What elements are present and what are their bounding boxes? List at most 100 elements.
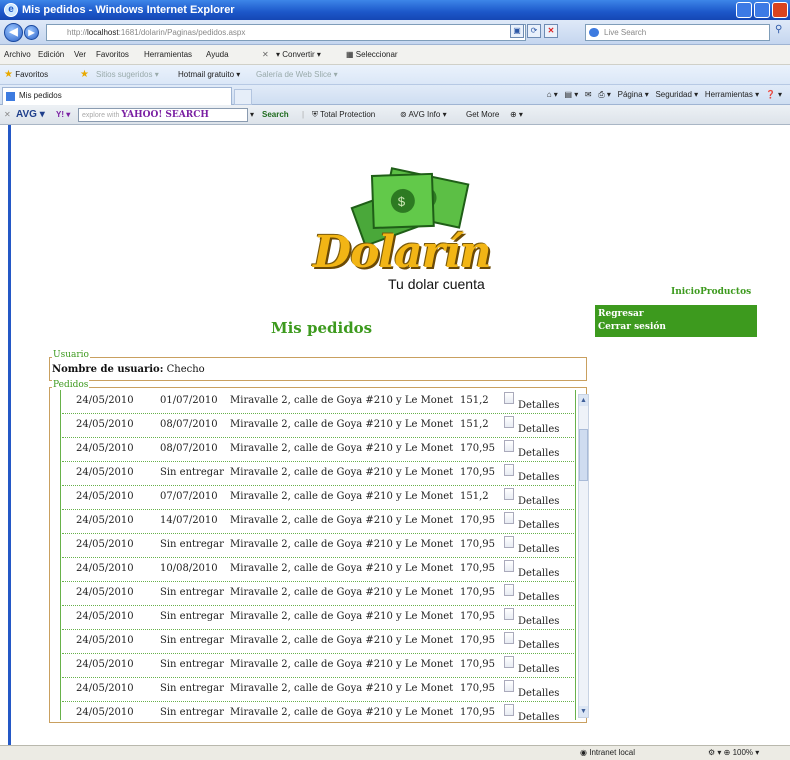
- menu-edicion[interactable]: Edición: [38, 45, 64, 65]
- top-nav-links: InicioProductos: [671, 287, 751, 297]
- minimize-button[interactable]: [736, 2, 752, 18]
- select-button[interactable]: ▦ Seleccionar: [346, 45, 398, 65]
- document-icon[interactable]: [504, 440, 514, 452]
- yahoo-menu-icon[interactable]: Y! ▾: [56, 105, 70, 125]
- detalles-link[interactable]: Detalles: [518, 400, 559, 411]
- document-icon[interactable]: [504, 656, 514, 668]
- document-icon[interactable]: [504, 536, 514, 548]
- nav-productos-link[interactable]: Productos: [700, 287, 751, 297]
- fav-webslice-gallery[interactable]: Galería de Web Slice ▾: [256, 65, 338, 85]
- avg-logo-button[interactable]: AVG ▾: [16, 105, 45, 125]
- document-icon[interactable]: [504, 584, 514, 596]
- detalles-link[interactable]: Detalles: [518, 448, 559, 459]
- avg-extra-icon[interactable]: ⊕ ▾: [510, 105, 523, 125]
- avg-label: AVG: [16, 109, 37, 120]
- scroll-up-icon[interactable]: ▲: [579, 395, 588, 406]
- detalles-link[interactable]: Detalles: [518, 424, 559, 435]
- document-icon[interactable]: [504, 704, 514, 716]
- info-icon: ⊚: [400, 110, 407, 119]
- grid-border-right: [575, 390, 576, 720]
- tools-menu[interactable]: Herramientas ▾: [705, 90, 759, 99]
- order-total: 151,2: [460, 395, 489, 406]
- menu-favoritos[interactable]: Favoritos: [96, 45, 129, 65]
- orders-scrollbar[interactable]: ▲ ▼: [578, 394, 589, 718]
- yahoo-dropdown[interactable]: ▾: [250, 105, 254, 125]
- detalles-link[interactable]: Detalles: [518, 712, 559, 720]
- address-host: localhost: [87, 28, 119, 37]
- favorites-button[interactable]: ★ Favoritos: [4, 65, 48, 85]
- yahoo-search-input[interactable]: explore with YAHOO! SEARCH: [78, 108, 248, 122]
- address-input[interactable]: http://localhost:1681/dolarin/Paginas/pe…: [46, 24, 526, 41]
- detalles-link[interactable]: Detalles: [518, 688, 559, 699]
- fav-suggested-sites[interactable]: Sitios sugeridos ▾: [96, 65, 159, 85]
- grid-border-left: [60, 390, 61, 720]
- document-icon[interactable]: [504, 416, 514, 428]
- address-actions: ▣ ⟳ ✕: [510, 24, 558, 38]
- detalles-link[interactable]: Detalles: [518, 640, 559, 651]
- stop-icon[interactable]: ✕: [544, 24, 558, 38]
- get-more-button[interactable]: Get More: [466, 105, 499, 125]
- side-menu: Regresar Cerrar sesión: [595, 305, 757, 337]
- help-icon[interactable]: ❓ ▾: [766, 90, 782, 99]
- menu-herramientas[interactable]: Herramientas: [144, 45, 192, 65]
- detalles-link[interactable]: Detalles: [518, 520, 559, 531]
- document-icon[interactable]: [504, 560, 514, 572]
- cerrar-sesion-link[interactable]: Cerrar sesión: [598, 321, 754, 334]
- order-total: 170,95: [460, 611, 495, 622]
- scroll-thumb[interactable]: [579, 429, 588, 481]
- security-zone: ◉ Intranet local: [580, 746, 635, 760]
- document-icon[interactable]: [504, 512, 514, 524]
- delivery-address: Miravalle 2, calle de Goya #210 y Le Mon…: [230, 563, 454, 574]
- detalles-link[interactable]: Detalles: [518, 568, 559, 579]
- detalles-link[interactable]: Detalles: [518, 664, 559, 675]
- detalles-link[interactable]: Detalles: [518, 472, 559, 483]
- total-protection-button[interactable]: ⛨ Total Protection: [312, 105, 375, 125]
- mail-icon[interactable]: ✉: [585, 90, 592, 99]
- document-icon[interactable]: [504, 680, 514, 692]
- detalles-link[interactable]: Detalles: [518, 592, 559, 603]
- page-menu[interactable]: Página ▾: [618, 90, 649, 99]
- document-icon[interactable]: [504, 392, 514, 404]
- feeds-icon[interactable]: ▤ ▾: [564, 90, 578, 99]
- zoom-control[interactable]: ⚙ ▾ ⊕ 100% ▾: [708, 746, 759, 760]
- order-row: 24/05/2010 07/07/2010 Miravalle 2, calle d…: [62, 486, 576, 510]
- tab-mis-pedidos[interactable]: Mis pedidos: [2, 87, 232, 105]
- menu-ayuda[interactable]: Ayuda: [206, 45, 229, 65]
- document-icon[interactable]: [504, 464, 514, 476]
- security-menu[interactable]: Seguridad ▾: [655, 90, 698, 99]
- search-icon[interactable]: ⚲: [775, 24, 787, 39]
- refresh-icon[interactable]: ⟳: [527, 24, 541, 38]
- new-tab-button[interactable]: [234, 89, 252, 105]
- fav-hotmail[interactable]: Hotmail gratuito ▾: [178, 65, 240, 85]
- detalles-link[interactable]: Detalles: [518, 544, 559, 555]
- close-window-button[interactable]: [772, 2, 788, 18]
- home-icon[interactable]: ⌂ ▾: [547, 90, 558, 99]
- fav-add-icon[interactable]: ★: [80, 65, 89, 85]
- document-icon[interactable]: [504, 632, 514, 644]
- nav-inicio-link[interactable]: Inicio: [671, 287, 700, 297]
- avg-close-icon[interactable]: ✕: [4, 105, 11, 125]
- maximize-button[interactable]: [754, 2, 770, 18]
- order-date: 24/05/2010: [76, 491, 134, 502]
- detalles-link[interactable]: Detalles: [518, 616, 559, 627]
- avg-info-button[interactable]: ⊚ AVG Info ▾: [400, 105, 447, 125]
- scroll-down-icon[interactable]: ▼: [579, 706, 588, 717]
- forward-button[interactable]: ▶: [24, 25, 39, 40]
- document-icon[interactable]: [504, 488, 514, 500]
- fav-hotmail-label: Hotmail gratuito: [178, 70, 235, 79]
- menu-ver[interactable]: Ver: [74, 45, 86, 65]
- convert-button[interactable]: ▾ Convertir ▾: [276, 45, 321, 65]
- back-button[interactable]: ◀: [4, 23, 23, 42]
- orders-grid[interactable]: 24/05/2010 01/07/2010 Miravalle 2, calle d…: [62, 390, 576, 720]
- compat-icon[interactable]: ▣: [510, 24, 524, 38]
- avg-search-button[interactable]: Search: [262, 105, 289, 125]
- document-icon[interactable]: [504, 608, 514, 620]
- regresar-link[interactable]: Regresar: [598, 308, 754, 321]
- close-bar-icon[interactable]: ✕: [262, 45, 269, 65]
- delivery-date: 08/07/2010: [160, 419, 218, 430]
- live-search-input[interactable]: Live Search: [585, 24, 770, 41]
- order-row: 24/05/2010 Sin entregar Miravalle 2, calle…: [62, 702, 576, 720]
- detalles-link[interactable]: Detalles: [518, 496, 559, 507]
- print-icon[interactable]: ⎙ ▾: [598, 90, 611, 99]
- menu-archivo[interactable]: Archivo: [4, 45, 31, 65]
